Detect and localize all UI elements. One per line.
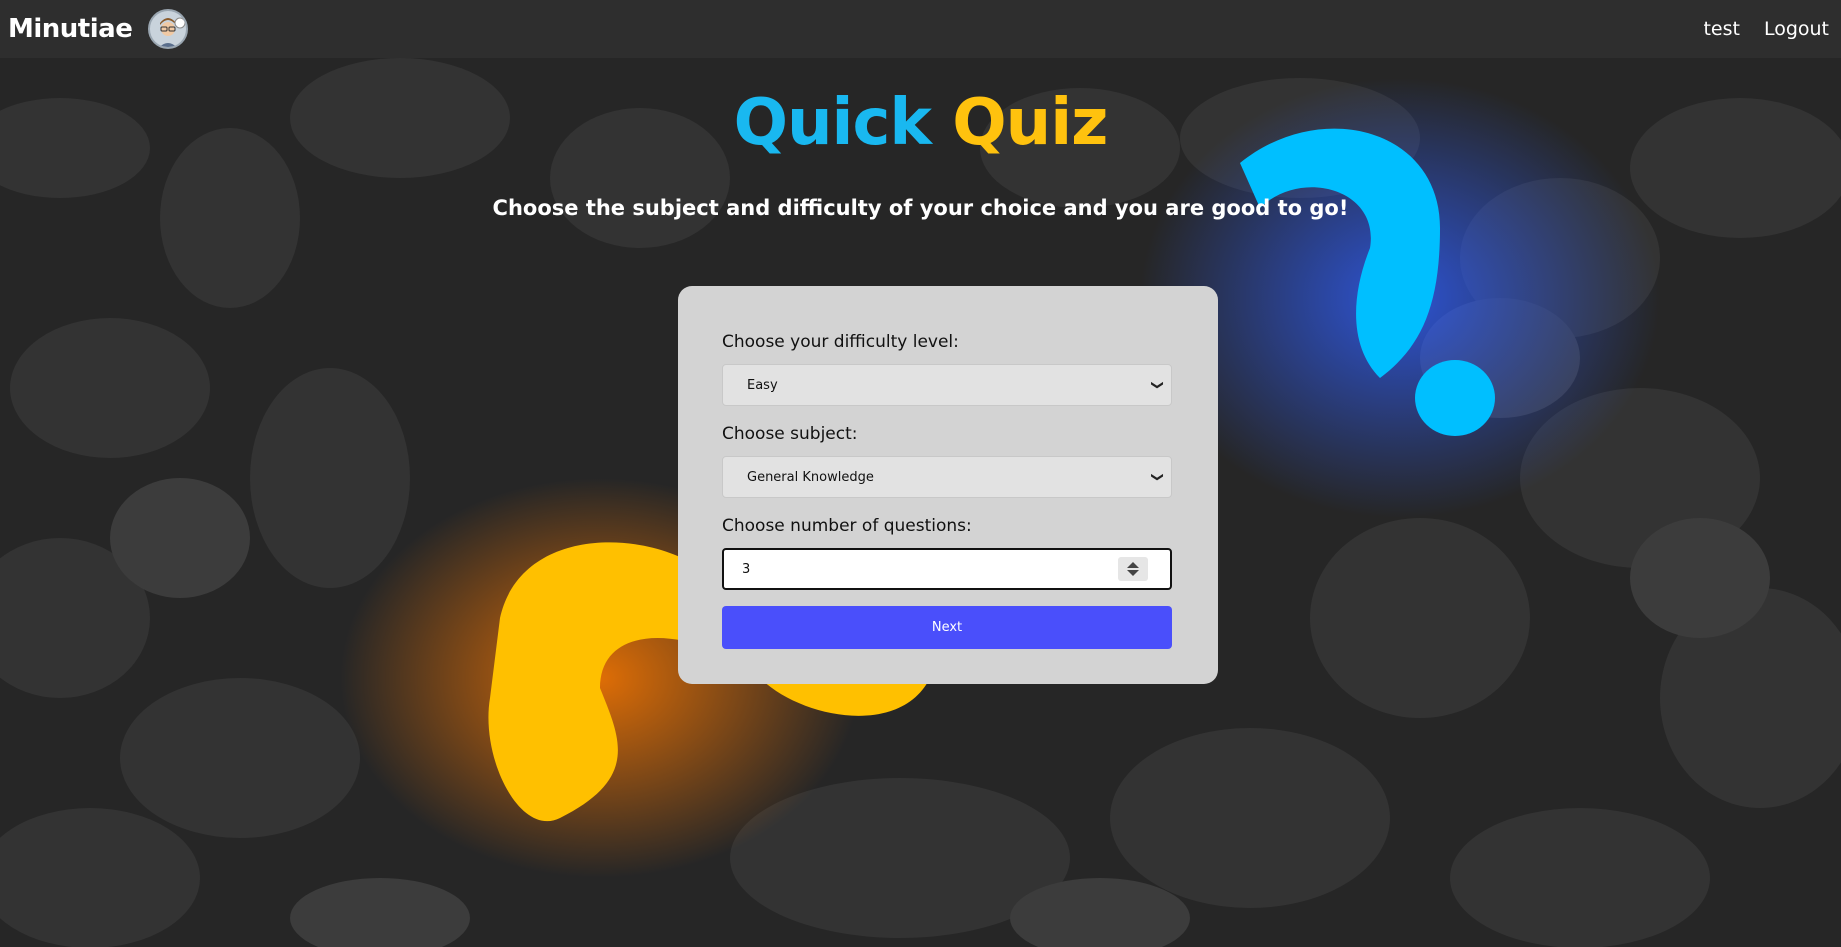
nav-links: test Logout — [1703, 18, 1833, 40]
question-count-label: Choose number of questions: — [722, 516, 972, 536]
title-part-quick: Quick — [733, 86, 932, 160]
next-button[interactable]: Next — [722, 606, 1172, 649]
quiz-setup-card: Choose your difficulty level: Easy ❯ Cho… — [678, 286, 1218, 684]
nav-link-user[interactable]: test — [1703, 18, 1740, 40]
question-count-input[interactable]: 3 — [722, 548, 1172, 590]
difficulty-select[interactable]: Easy ❯ — [722, 364, 1172, 406]
number-spinner[interactable] — [1118, 557, 1148, 581]
title-part-quiz: Quiz — [952, 86, 1108, 160]
difficulty-label: Choose your difficulty level: — [722, 332, 959, 352]
subject-value: General Knowledge — [747, 469, 874, 485]
subject-select[interactable]: General Knowledge ❯ — [722, 456, 1172, 498]
page-subtitle: Choose the subject and difficulty of you… — [492, 196, 1349, 220]
avatar-icon — [148, 9, 189, 49]
page-title: Quick Quiz — [0, 86, 1841, 160]
difficulty-value: Easy — [747, 377, 778, 393]
top-navbar: Minutiae test Logout — [0, 0, 1841, 58]
chevron-down-icon: ❯ — [1150, 379, 1165, 391]
question-count-value: 3 — [742, 561, 751, 577]
brand[interactable]: Minutiae — [8, 9, 189, 49]
brand-name[interactable]: Minutiae — [8, 14, 133, 44]
decrement-arrow-icon[interactable] — [1127, 570, 1139, 576]
increment-arrow-icon[interactable] — [1127, 562, 1139, 568]
chevron-down-icon: ❯ — [1150, 471, 1165, 483]
nav-link-logout[interactable]: Logout — [1764, 18, 1829, 40]
subject-label: Choose subject: — [722, 424, 858, 444]
